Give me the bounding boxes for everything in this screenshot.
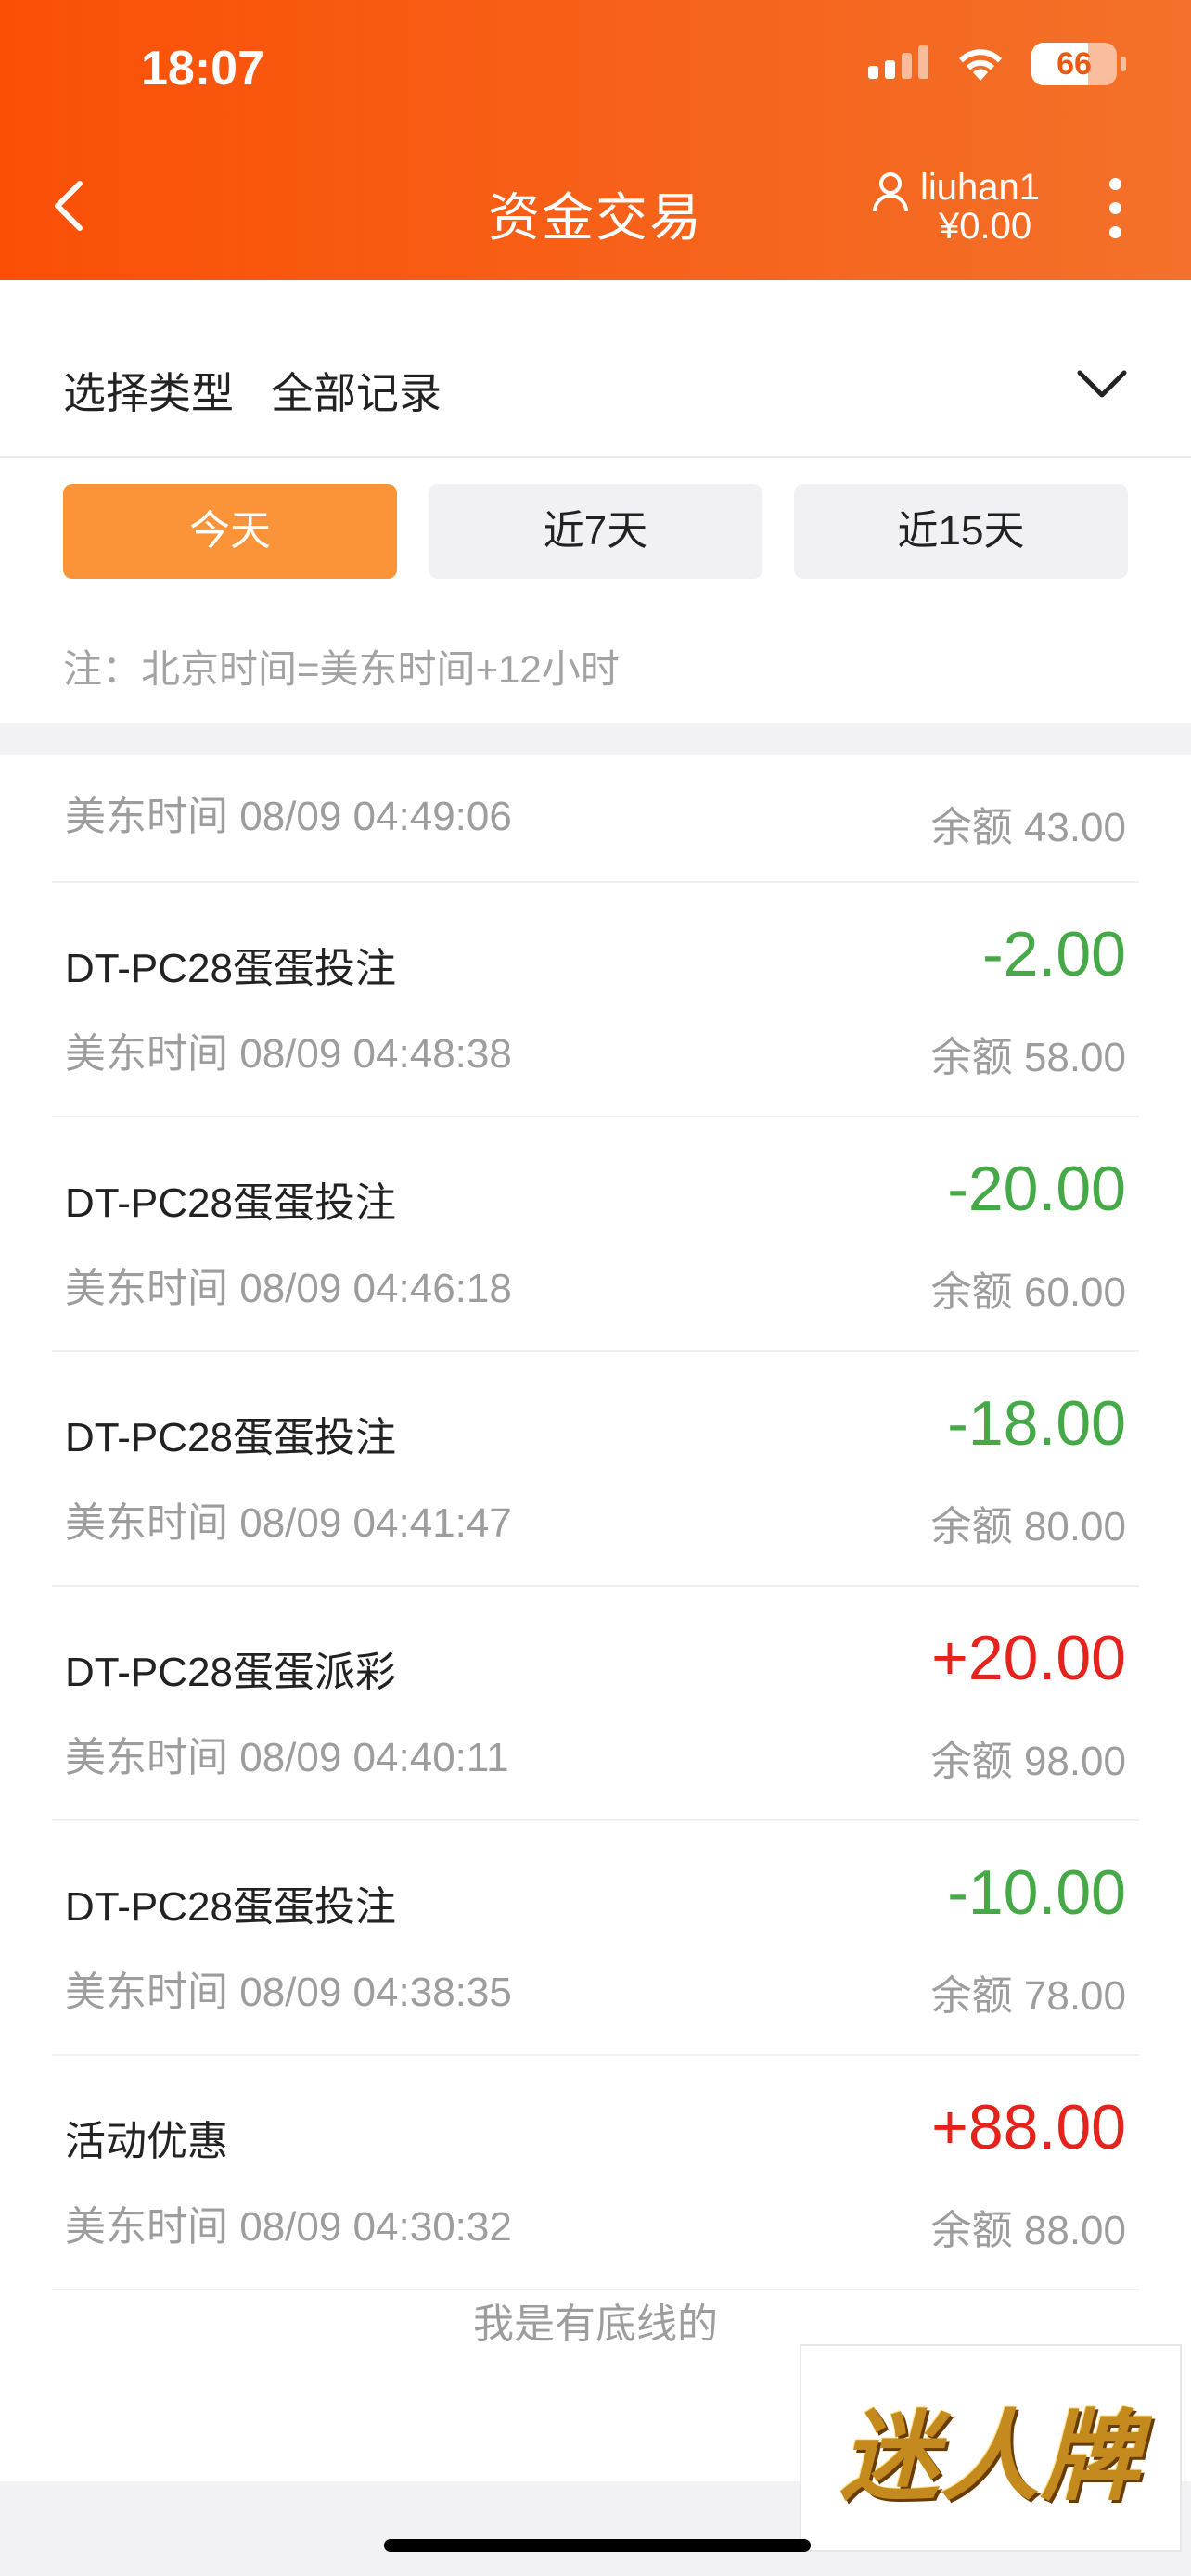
transaction-name: DT-PC28蛋蛋派彩	[65, 1650, 396, 1695]
list-item[interactable]: DT-PC28蛋蛋派彩 美东时间 08/09 04:40:11 +20.00 余…	[52, 1587, 1139, 1821]
transaction-amount: -10.00	[947, 1857, 1126, 1928]
transaction-balance: 余额 78.00	[930, 1973, 1126, 2019]
type-filter[interactable]: 选择类型 全部记录	[0, 280, 1191, 458]
chevron-down-icon[interactable]	[1076, 367, 1128, 401]
range-today-button[interactable]: 今天	[63, 484, 397, 579]
user-balance: ¥0.00	[939, 206, 1032, 247]
date-range-selector: 今天 近7天 近15天 注：北京时间=美东时间+12小时	[0, 458, 1191, 723]
user-icon	[873, 172, 908, 212]
logo-text: 迷人牌	[840, 2400, 1141, 2514]
wifi-icon	[959, 49, 1002, 81]
list-item[interactable]: DT-PC28蛋蛋投注 美东时间 08/09 04:38:35 -10.00 余…	[52, 1821, 1139, 2056]
transaction-balance: 余额 98.00	[930, 1739, 1126, 1784]
transaction-amount: +88.00	[931, 2092, 1126, 2162]
transaction-name: DT-PC28蛋蛋投注	[65, 1180, 396, 1226]
transaction-time: 美东时间 08/09 04:40:11	[65, 1735, 509, 1780]
status-time: 18:07	[141, 42, 264, 96]
transaction-amount: -20.00	[947, 1154, 1126, 1224]
transaction-balance: 余额 60.00	[930, 1269, 1126, 1315]
list-item[interactable]: DT-PC28蛋蛋投注 美东时间 08/09 04:48:38 -2.00 余额…	[52, 883, 1139, 1117]
battery-icon: 66	[1031, 43, 1126, 85]
transaction-time: 美东时间 08/09 04:41:47	[65, 1500, 512, 1546]
transaction-amount: -18.00	[947, 1388, 1126, 1459]
transaction-name: DT-PC28蛋蛋投注	[65, 1884, 396, 1930]
filter-value: 全部记录	[271, 369, 442, 417]
more-menu-icon[interactable]	[1104, 176, 1126, 241]
list-item[interactable]: 活动优惠 美东时间 08/09 04:30:32 +88.00 余额 88.00	[52, 2056, 1139, 2290]
cellular-signal-icon	[868, 44, 929, 84]
transaction-balance: 余额 88.00	[930, 2208, 1126, 2253]
username: liuhan1	[920, 167, 1041, 208]
transaction-balance: 余额 80.00	[930, 1504, 1126, 1549]
transaction-time: 美东时间 08/09 04:30:32	[65, 2204, 512, 2250]
transaction-name: 活动优惠	[65, 2119, 228, 2164]
timezone-note: 注：北京时间=美东时间+12小时	[63, 647, 620, 691]
end-of-list-text: 我是有底线的	[473, 2302, 718, 2347]
transaction-name: DT-PC28蛋蛋投注	[65, 1415, 396, 1460]
transaction-name: DT-PC28蛋蛋投注	[65, 946, 396, 991]
transaction-time: 美东时间 08/09 04:46:18	[65, 1266, 512, 1311]
list-item[interactable]: 美东时间 08/09 04:49:06 余额 43.00	[52, 755, 1139, 883]
app-header: 18:07 66 资金交易 liuhan1 ¥0.00	[0, 0, 1191, 280]
transaction-time: 美东时间 08/09 04:38:35	[65, 1970, 512, 2015]
transaction-time: 美东时间 08/09 04:48:38	[65, 1031, 512, 1077]
status-icons: 66	[868, 43, 1126, 85]
transaction-list: 美东时间 08/09 04:49:06 余额 43.00 DT-PC28蛋蛋投注…	[0, 755, 1191, 2481]
battery-level: 66	[1057, 46, 1092, 82]
filter-label: 选择类型	[63, 369, 234, 417]
transaction-amount: -2.00	[982, 919, 1126, 989]
list-item[interactable]: DT-PC28蛋蛋投注 美东时间 08/09 04:41:47 -18.00 余…	[52, 1352, 1139, 1587]
watermark-logo: 迷人牌	[800, 2344, 1182, 2552]
list-item[interactable]: DT-PC28蛋蛋投注 美东时间 08/09 04:46:18 -20.00 余…	[52, 1117, 1139, 1352]
transaction-amount: +20.00	[931, 1623, 1126, 1693]
home-indicator[interactable]	[384, 2539, 811, 2552]
range-15days-button[interactable]: 近15天	[794, 484, 1128, 579]
transaction-time: 美东时间 08/09 04:49:06	[65, 794, 512, 839]
transaction-balance: 余额 43.00	[930, 805, 1126, 850]
transaction-balance: 余额 58.00	[930, 1035, 1126, 1080]
range-7days-button[interactable]: 近7天	[429, 484, 762, 579]
